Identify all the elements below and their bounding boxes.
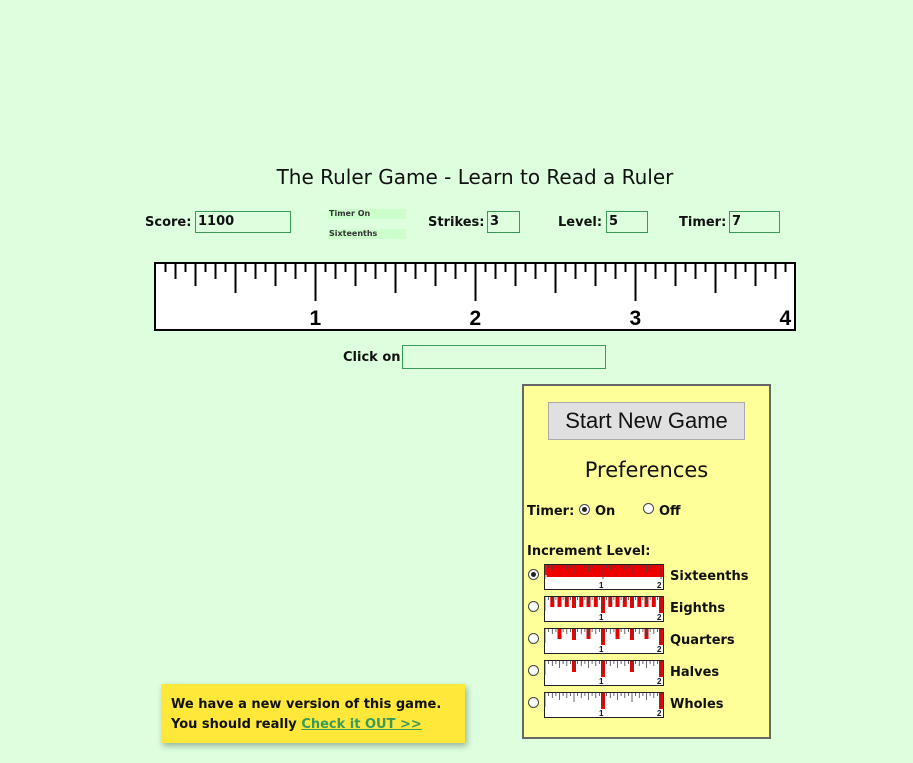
preferences-panel: Start New Game Preferences Timer: On Off… [522, 384, 771, 739]
ruler[interactable]: 1 2 3 4 [154, 262, 797, 332]
ruler-label: 1 [310, 307, 322, 330]
score-field: 1100 [195, 211, 291, 233]
mini-ruler-label: 1 [599, 677, 604, 686]
level-label: Level: [558, 215, 603, 230]
banner-line2-text: You should really [171, 717, 302, 732]
new-version-banner: We have a new version of this game. You … [161, 684, 465, 743]
mini-ruler-label: 1 [599, 581, 604, 590]
mini-ruler-label: 1 [599, 709, 604, 718]
banner-line2: You should really Check it OUT >> [171, 717, 422, 732]
increment-ruler-eighths[interactable]: 12 [544, 596, 664, 622]
increment-radio-sixteenths[interactable] [528, 569, 539, 580]
increment-label-quarters: Quarters [670, 633, 735, 648]
increment-ruler-halves[interactable]: 12 [544, 660, 664, 686]
timer-on-label: On [595, 504, 616, 519]
ruler-label: 4 [780, 307, 792, 330]
increment-ruler-sixteenths[interactable]: 12 [544, 564, 664, 590]
score-label: Score: [145, 215, 192, 230]
start-new-game-button[interactable]: Start New Game [548, 402, 745, 440]
ruler-label: 2 [470, 307, 482, 330]
mini-ruler-label: 2 [657, 613, 662, 622]
increment-ruler-wholes[interactable]: 12 [544, 692, 664, 718]
check-it-out-link[interactable]: Check it OUT >> [301, 717, 421, 732]
increment-label-eighths: Eighths [670, 601, 726, 616]
timer-field: 7 [729, 211, 780, 233]
ruler-label: 3 [630, 307, 642, 330]
timer-pref-label: Timer: [527, 504, 575, 519]
timer-off-label: Off [659, 504, 681, 519]
increment-radio-eighths[interactable] [528, 601, 539, 612]
mini-ruler-label: 2 [657, 677, 662, 686]
increment-label-wholes: Wholes [670, 697, 724, 712]
mini-ruler-label: 2 [657, 709, 662, 718]
click-on-field [402, 345, 606, 369]
mini-ruler-label: 2 [657, 581, 662, 590]
timer-status: Timer On [328, 209, 406, 219]
strikes-field: 3 [487, 211, 520, 233]
mini-ruler-label: 2 [657, 645, 662, 654]
page-title: The Ruler Game - Learn to Read a Ruler [276, 165, 674, 189]
level-status: Sixteenths [328, 229, 406, 239]
increment-radio-wholes[interactable] [528, 697, 539, 708]
timer-label: Timer: [679, 215, 727, 230]
increment-radio-quarters[interactable] [528, 633, 539, 644]
preferences-heading: Preferences [584, 458, 709, 482]
increment-ruler-quarters[interactable]: 12 [544, 628, 664, 654]
timer-on-radio[interactable] [579, 504, 590, 515]
banner-line1: We have a new version of this game. [171, 697, 442, 712]
level-field: 5 [606, 211, 648, 233]
strikes-label: Strikes: [428, 215, 485, 230]
increment-radio-halves[interactable] [528, 665, 539, 676]
timer-off-radio[interactable] [643, 503, 654, 514]
click-on-label: Click on: [343, 350, 406, 365]
increment-label-sixteenths: Sixteenths [670, 569, 749, 584]
mini-ruler-label: 1 [599, 613, 604, 622]
increment-level-label: Increment Level: [527, 544, 651, 559]
increment-label-halves: Halves [670, 665, 720, 680]
mini-ruler-label: 1 [599, 645, 604, 654]
